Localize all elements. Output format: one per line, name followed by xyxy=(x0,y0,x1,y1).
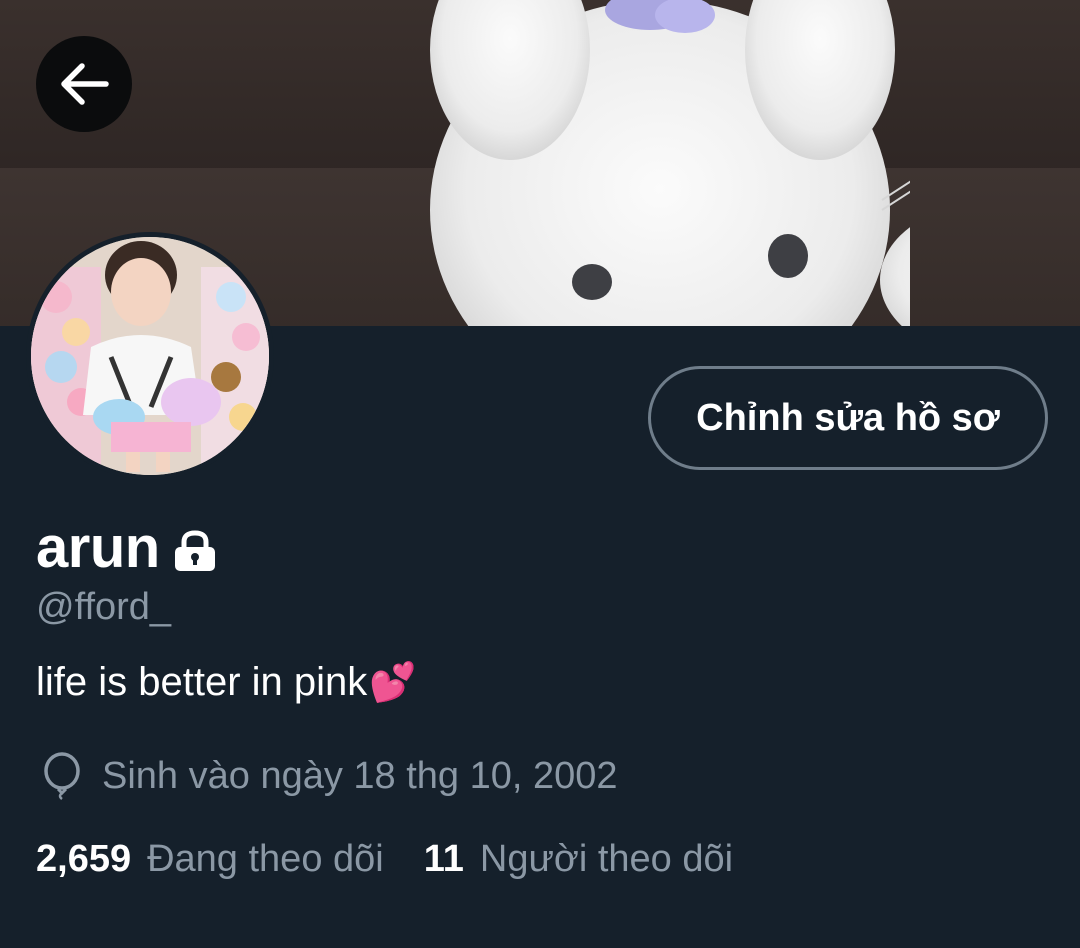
edit-profile-label: Chỉnh sửa hồ sơ xyxy=(696,396,1000,439)
avatar-photo xyxy=(31,237,269,475)
followers-label: Người theo dõi xyxy=(479,838,734,880)
lock-icon xyxy=(174,529,215,571)
birth-date-row: Sinh vào ngày 18 thg 10, 2002 xyxy=(40,752,618,800)
avatar-border xyxy=(26,232,274,480)
follow-stats: 2,659 Đang theo dõi 11 Người theo dõi xyxy=(36,838,733,881)
followers-stat[interactable]: 11 Người theo dõi xyxy=(424,838,733,881)
two-hearts-emoji: 💕 xyxy=(369,661,417,704)
followers-count: 11 xyxy=(423,838,464,880)
bio-text: life is better in pink xyxy=(36,660,368,704)
following-count: 2,659 xyxy=(36,838,132,880)
following-label: Đang theo dõi xyxy=(147,838,384,880)
banner-plush-toy-image xyxy=(430,0,910,326)
following-stat[interactable]: 2,659 Đang theo dõi xyxy=(36,838,384,881)
back-button[interactable] xyxy=(36,36,132,132)
profile-name-row: arun xyxy=(36,514,218,581)
birth-date-text: Sinh vào ngày 18 thg 10, 2002 xyxy=(102,754,618,797)
profile-bio: life is better in pink 💕 xyxy=(36,660,417,705)
balloon-icon xyxy=(44,752,80,800)
arrow-left-icon xyxy=(61,63,109,105)
display-name: arun xyxy=(36,515,160,580)
profile-handle: @fford_ xyxy=(36,586,172,628)
edit-profile-button[interactable]: Chỉnh sửa hồ sơ xyxy=(648,366,1048,470)
avatar[interactable] xyxy=(31,237,269,475)
